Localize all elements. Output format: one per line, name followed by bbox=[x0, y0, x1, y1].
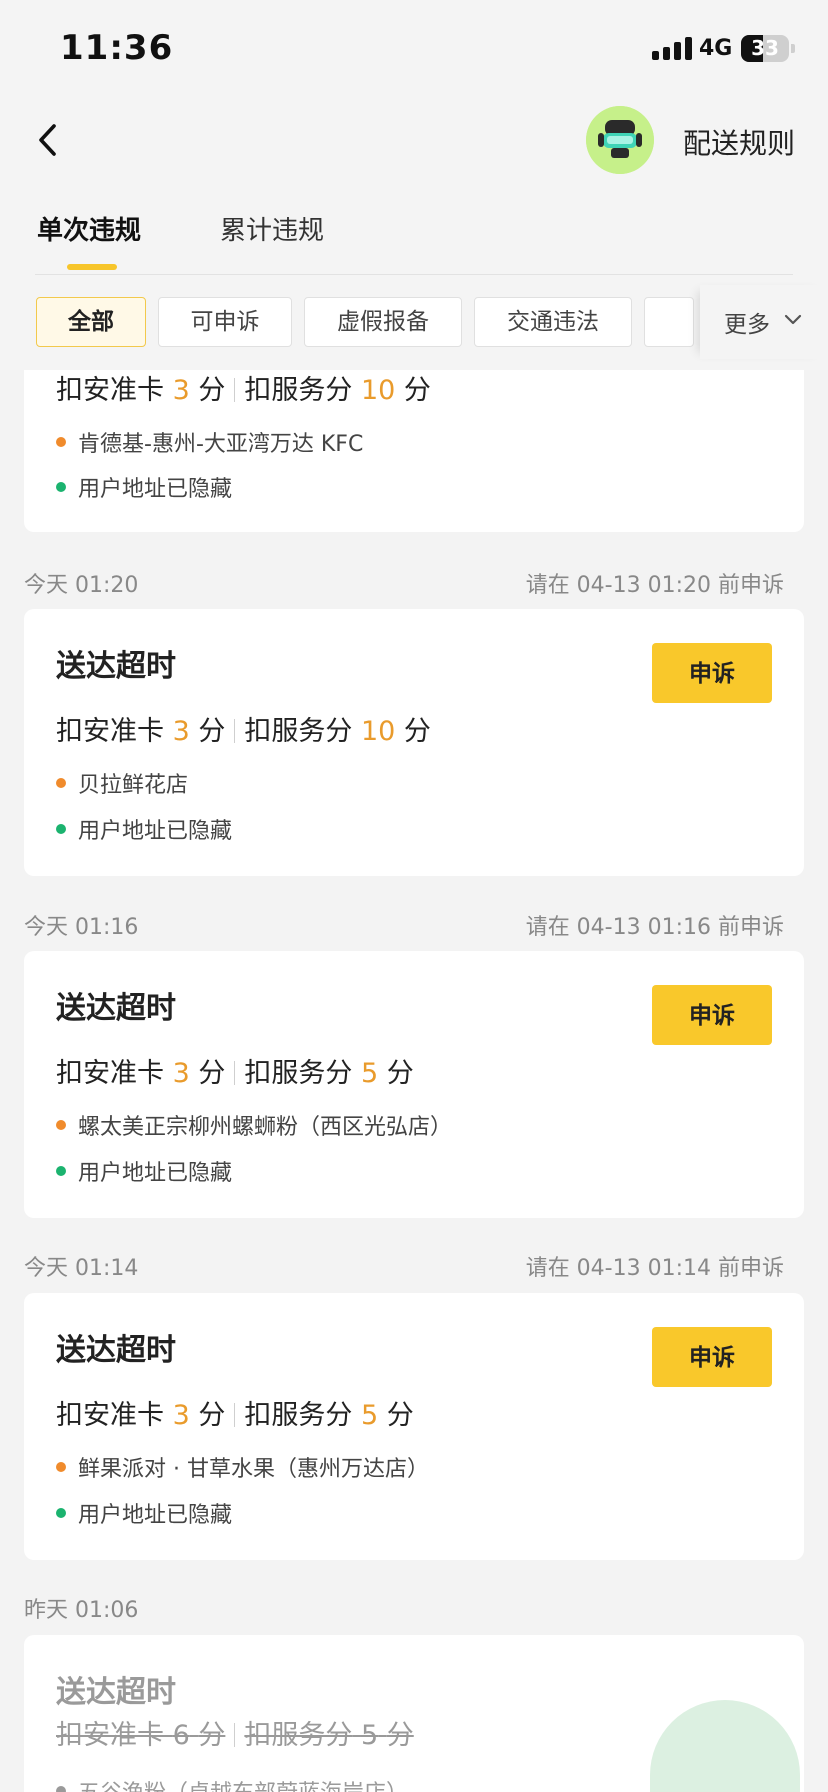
shop-name: 肯德基-惠州-大亚湾万达 KFC bbox=[78, 432, 364, 457]
back-arrow-icon[interactable] bbox=[30, 120, 70, 160]
record-date: 今天 01:20 bbox=[24, 573, 139, 598]
violation-tabs: 单次违规 累计违规 bbox=[0, 200, 828, 275]
battery-icon: 33 bbox=[741, 35, 795, 62]
appeal-deadline: 请在 04-13 01:14 前申诉 bbox=[525, 1256, 784, 1281]
shop-dot-icon bbox=[56, 1786, 66, 1792]
record-meta: 今天 01:14 请在 04-13 01:14 前申诉 bbox=[24, 1250, 784, 1281]
chevron-down-icon bbox=[784, 314, 802, 325]
customer-address: 用户地址已隐藏 bbox=[78, 477, 233, 502]
deduction-summary: 扣安准卡 6 分扣服务分 5 分 bbox=[56, 1720, 414, 1751]
address-line: 用户地址已隐藏 bbox=[56, 471, 232, 503]
deduction-summary: 扣安准卡 3 分扣服务分 5 分 bbox=[56, 1400, 414, 1431]
address-line: 用户地址已隐藏 bbox=[56, 1497, 232, 1529]
avatar[interactable] bbox=[586, 106, 654, 174]
delivery-rules-link[interactable]: 配送规则 bbox=[683, 122, 795, 162]
shop-line: 肯德基-惠州-大亚湾万达 KFC bbox=[56, 426, 363, 458]
tab-single-violation[interactable]: 单次违规 bbox=[37, 210, 141, 247]
address-dot-icon bbox=[56, 824, 66, 834]
deduction-summary: 扣安准卡 3 分扣服务分 10 分 bbox=[56, 716, 431, 747]
deduction-summary: 扣安准卡 3 分扣服务分 10 分 bbox=[56, 375, 431, 406]
appeal-button[interactable]: 申诉 bbox=[652, 643, 772, 703]
status-time: 11:36 bbox=[60, 28, 174, 68]
shop-name: 螺太美正宗柳州螺蛳粉（西区光弘店） bbox=[78, 1115, 453, 1140]
filter-chip-false-report[interactable]: 虚假报备 bbox=[304, 297, 462, 347]
shop-name: 五谷渔粉（卓越东部蔚蓝海岸店） bbox=[78, 1775, 408, 1792]
violation-title: 送达超时 bbox=[56, 649, 176, 684]
address-dot-icon bbox=[56, 1166, 66, 1176]
shop-name: 贝拉鲜花店 bbox=[78, 773, 189, 798]
filter-chip-appealable[interactable]: 可申诉 bbox=[158, 297, 292, 347]
status-bar: 11:36 4G 33 bbox=[0, 0, 828, 100]
shop-dot-icon bbox=[56, 778, 66, 788]
violation-card[interactable]: 送达超时 申诉 扣安准卡 3 分扣服务分 5 分 鲜果派对 · 甘草水果（惠州万… bbox=[24, 1293, 804, 1560]
more-filters-button[interactable]: 更多 bbox=[700, 285, 828, 359]
address-dot-icon bbox=[56, 482, 66, 492]
record-meta: 今天 01:20 请在 04-13 01:20 前申诉 bbox=[24, 567, 784, 598]
record-date: 今天 01:16 bbox=[24, 915, 139, 940]
record-meta: 昨天 01:06 bbox=[24, 1592, 784, 1623]
customer-address: 用户地址已隐藏 bbox=[78, 1161, 233, 1186]
violation-title: 送达超时 bbox=[56, 1333, 176, 1368]
deduction-summary: 扣安准卡 3 分扣服务分 5 分 bbox=[56, 1058, 414, 1089]
violation-title: 送达超时 bbox=[56, 1675, 176, 1710]
record-date: 昨天 01:06 bbox=[24, 1598, 139, 1623]
customer-address: 用户地址已隐藏 bbox=[78, 1503, 233, 1528]
violation-card[interactable]: 送达超时 申诉 扣安准卡 3 分扣服务分 10 分 贝拉鲜花店 用户地址已隐藏 bbox=[24, 609, 804, 876]
address-line: 用户地址已隐藏 bbox=[56, 813, 232, 845]
shop-dot-icon bbox=[56, 1120, 66, 1130]
tab-cumulative-violation[interactable]: 累计违规 bbox=[220, 210, 324, 247]
signal-icon bbox=[652, 36, 692, 60]
customer-address: 用户地址已隐藏 bbox=[78, 819, 233, 844]
violation-card[interactable]: 送达超时 申诉 扣安准卡 3 分扣服务分 5 分 螺太美正宗柳州螺蛳粉（西区光弘… bbox=[24, 951, 804, 1218]
appeal-deadline: 请在 04-13 01:20 前申诉 bbox=[525, 573, 784, 598]
address-dot-icon bbox=[56, 1508, 66, 1518]
record-date: 今天 01:14 bbox=[24, 1256, 139, 1281]
violation-title: 送达超时 bbox=[56, 991, 176, 1026]
nav-header: 配送规则 bbox=[0, 100, 828, 200]
shop-line: 鲜果派对 · 甘草水果（惠州万达店） bbox=[56, 1451, 429, 1483]
appeal-deadline: 请在 04-13 01:16 前申诉 bbox=[525, 915, 784, 940]
tabs-divider bbox=[35, 274, 793, 275]
filter-chip-traffic-violation[interactable]: 交通违法 bbox=[474, 297, 632, 347]
shop-line: 螺太美正宗柳州螺蛳粉（西区光弘店） bbox=[56, 1109, 452, 1141]
appeal-button[interactable]: 申诉 bbox=[652, 1327, 772, 1387]
battery-level: 33 bbox=[751, 36, 779, 60]
appeal-button[interactable]: 申诉 bbox=[652, 985, 772, 1045]
shop-name: 鲜果派对 · 甘草水果（惠州万达店） bbox=[78, 1457, 429, 1482]
shop-dot-icon bbox=[56, 1462, 66, 1472]
filter-chip-all[interactable]: 全部 bbox=[36, 297, 146, 347]
record-meta: 今天 01:16 请在 04-13 01:16 前申诉 bbox=[24, 909, 784, 940]
filter-chip-partial[interactable] bbox=[644, 297, 694, 347]
top-area: 11:36 4G 33 配送规则 单次违规 累计违规 全部 可申诉 虚假报备 交… bbox=[0, 0, 828, 370]
more-label: 更多 bbox=[724, 312, 770, 338]
shop-line: 五谷渔粉（卓越东部蔚蓝海岸店） bbox=[56, 1775, 408, 1792]
filter-bar: 全部 可申诉 虚假报备 交通违法 更多 bbox=[0, 285, 828, 359]
network-type: 4G bbox=[699, 36, 733, 61]
address-line: 用户地址已隐藏 bbox=[56, 1155, 232, 1187]
shop-line: 贝拉鲜花店 bbox=[56, 767, 188, 799]
shop-dot-icon bbox=[56, 437, 66, 447]
active-tab-indicator bbox=[67, 264, 117, 270]
